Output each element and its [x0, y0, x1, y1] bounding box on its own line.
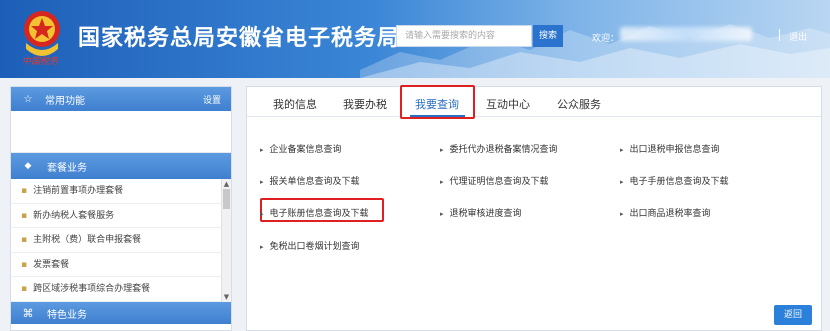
bullet-icon: ▪: [21, 284, 28, 295]
bullet-icon: ▪: [21, 259, 28, 270]
tab-public-service[interactable]: 公众服务: [557, 96, 601, 112]
search-button[interactable]: 搜索: [533, 25, 563, 47]
caret-right-icon: ▸: [260, 146, 264, 154]
caret-right-icon: ▸: [620, 146, 624, 154]
site-header: 中国税务 国家税务总局安徽省电子税务局 搜索 欢迎： 退出: [0, 0, 830, 78]
common-functions-area: [11, 111, 231, 153]
bullet-icon: ▪: [21, 186, 28, 196]
scroll-thumb[interactable]: [223, 189, 230, 209]
tab-tax-handling[interactable]: 我要办税: [343, 96, 387, 112]
caret-right-icon: ▸: [260, 243, 264, 251]
bullet-icon: ▪: [21, 235, 28, 246]
caret-right-icon: ▸: [440, 178, 444, 186]
bullet-icon: ▪: [21, 210, 28, 221]
query-link[interactable]: ▸ 电子手册信息查询及下载: [620, 174, 729, 187]
packages-label: 套餐业务: [47, 162, 87, 174]
package-item[interactable]: ▪ 主附税（费）联合申报套餐: [11, 228, 231, 253]
caret-right-icon: ▸: [260, 210, 264, 218]
tab-bar: 我的信息 我要办税 我要查询 互动中心 公众服务: [247, 85, 821, 119]
query-link[interactable]: ▸ 免税出口卷烟计划查询: [260, 239, 360, 252]
query-link[interactable]: ▸ 出口商品退税率查询: [620, 206, 711, 219]
welcome-text: 欢迎：: [592, 34, 620, 44]
header-divider: [779, 29, 780, 41]
username-redacted: [620, 27, 752, 41]
scroll-up-icon[interactable]: ▲: [222, 179, 231, 189]
tab-query[interactable]: 我要查询: [415, 96, 459, 112]
back-button[interactable]: 返回: [774, 305, 812, 325]
package-item[interactable]: ▪ 发票套餐: [11, 253, 231, 278]
query-link[interactable]: ▸ 报关单信息查询及下载: [260, 174, 360, 187]
query-link[interactable]: ▸ 企业备案信息查询: [260, 142, 342, 155]
packages-list: ▪ 注销前置事项办理套餐 ▪ 新办纳税人套餐服务 ▪ 主附税（费）联合申报套餐 ▪ 发票…: [11, 179, 231, 302]
site-title: 国家税务总局安徽省电子税务局: [78, 26, 401, 51]
main-panel: 我的信息 我要办税 我要查询 互动中心 公众服务 ▸ 企业备案信息查询 ▸ 委托代办…: [246, 85, 822, 331]
caret-right-icon: ▸: [440, 146, 444, 154]
package-icon: ◆: [24, 161, 32, 171]
active-tab-underline: [410, 115, 465, 117]
caret-right-icon: ▸: [620, 178, 624, 186]
package-item[interactable]: ▪ 注销前置事项办理套餐: [11, 179, 231, 204]
tab-interaction-center[interactable]: 互动中心: [486, 96, 530, 112]
query-link-e-ledger[interactable]: ▸ 电子账册信息查询及下载: [260, 206, 369, 219]
special-business-label: 特色业务: [47, 309, 87, 321]
special-business-header[interactable]: ⌘ 特色业务: [11, 302, 231, 324]
search-input[interactable]: [396, 25, 532, 47]
package-item[interactable]: ▪ 跨区域涉税事项综合办理套餐: [11, 277, 231, 302]
packages-header[interactable]: ◆ 套餐业务: [11, 153, 231, 179]
query-link[interactable]: ▸ 委托代办退税备案情况查询: [440, 142, 558, 155]
logo-text: 中国税务: [22, 57, 59, 67]
common-functions-label: 常用功能: [45, 95, 85, 107]
query-link[interactable]: ▸ 出口退税申报信息查询: [620, 142, 720, 155]
sidebar: ☆ 常用功能 设置 ◆ 套餐业务 ▪ 注销前置事项办理套餐 ▪ 新办纳税人套餐服务 …: [10, 86, 232, 331]
star-icon: ☆: [23, 93, 33, 105]
caret-right-icon: ▸: [440, 210, 444, 218]
common-functions-header: ☆ 常用功能 设置: [11, 87, 231, 111]
logout-link[interactable]: 退出: [789, 30, 807, 43]
settings-link[interactable]: 设置: [203, 93, 221, 106]
caret-right-icon: ▸: [620, 210, 624, 218]
grid-icon: ⌘: [22, 306, 34, 320]
tab-my-info[interactable]: 我的信息: [273, 96, 317, 112]
packages-scrollbar[interactable]: ▲ ▼: [221, 179, 231, 302]
query-link[interactable]: ▸ 代理证明信息查询及下载: [440, 174, 549, 187]
query-link[interactable]: ▸ 退税审核进度查询: [440, 206, 522, 219]
package-item[interactable]: ▪ 新办纳税人套餐服务: [11, 204, 231, 229]
caret-right-icon: ▸: [260, 178, 264, 186]
scroll-down-icon[interactable]: ▼: [222, 292, 231, 302]
